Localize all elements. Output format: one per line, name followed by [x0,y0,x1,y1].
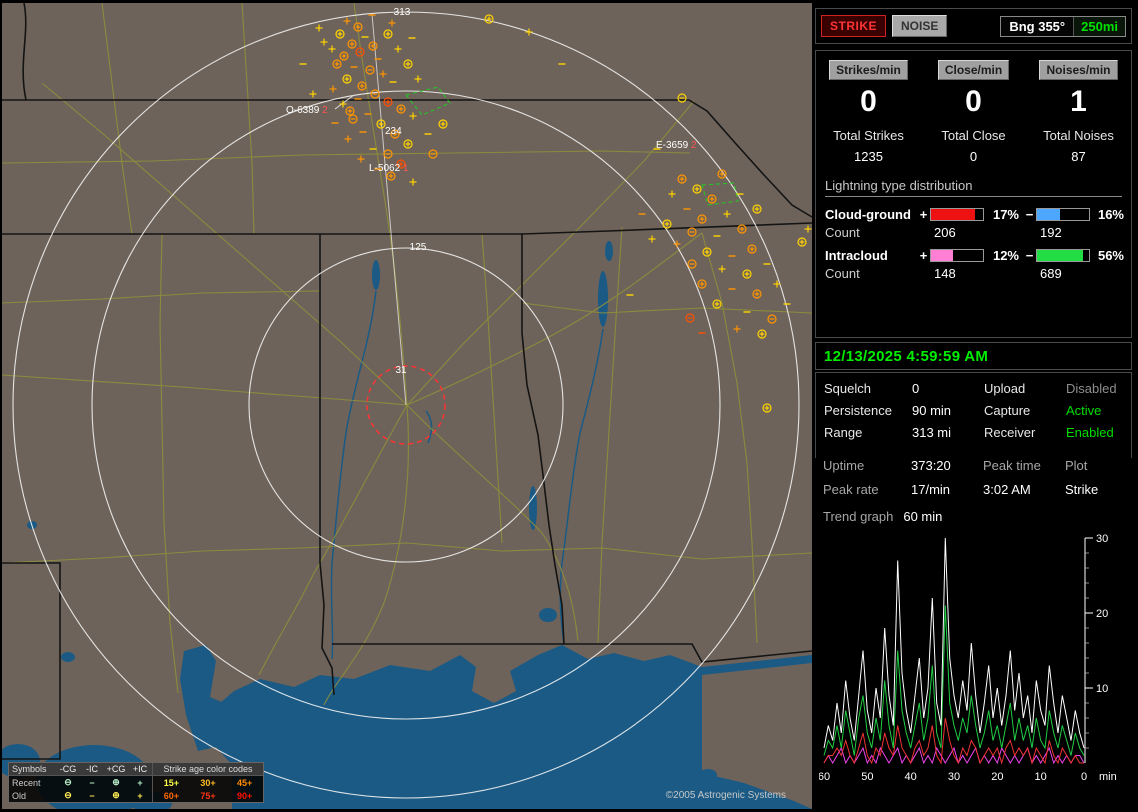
strikes-per-min-stat: Strikes/min 0 Total Strikes 1235 [817,60,921,164]
bearing-box: Bng 355° 250mi [1000,15,1126,37]
ic-plus-count: 148 [934,266,956,281]
plus-icon: + [137,790,143,801]
legend-col-nic: -IC [86,764,98,774]
minus-sign: − [1025,207,1034,222]
legend-col-pcg: +CG [106,764,126,774]
legend-row-old: Old ⊖ − ⊕ + 60+ 75+ 90+ [9,789,263,802]
ic-minus-bar [1036,249,1090,262]
svg-text:20: 20 [1096,608,1108,620]
total-close-label: Total Close [941,128,1006,143]
legend-col-ncg: -CG [59,764,77,774]
cg-minus-count: 192 [1040,225,1062,240]
total-noises-value: 87 [1071,149,1086,164]
svg-text:min: min [1099,771,1117,783]
statistics-panel: Strikes/min 0 Total Strikes 1235 Close/m… [815,50,1132,338]
ring-label: 31 [395,365,407,376]
plot-type-value: Strike [1065,482,1099,497]
ring-label: 313 [394,7,411,18]
storm-cell-label: 234 [385,126,402,137]
trend-graph-chart: 10 20 30 60 50 40 30 20 10 0 min [818,530,1131,788]
plus-sign: + [919,248,928,263]
legend-symbols-title: Symbols [12,764,47,774]
svg-text:40: 40 [905,771,917,783]
map-canvas[interactable]: 313 125 31 O-6389 2 L-5062 1 E-3659 2 234 Symb… [2,3,812,809]
strike-button[interactable]: STRIKE [821,15,887,37]
plus-icon: + [137,777,143,788]
close-per-min-button[interactable]: Close/min [937,60,1010,80]
trend-graph-label: Trend graph [823,509,894,524]
upload-status: Disabled [1066,381,1117,396]
capture-status: Active [1066,403,1102,418]
noises-per-min-stat: Noises/min 1 Total Noises 87 [1027,60,1131,164]
minus-sign: − [1025,248,1034,263]
legend-age-title: Strike age color codes [152,763,263,775]
noises-per-min-value: 1 [1070,85,1087,118]
legend-col-pic: +IC [132,764,148,774]
ring-label: 125 [410,242,427,253]
circle-plus-icon: ⊕ [112,777,120,787]
strikes-per-min-value: 0 [860,85,877,118]
svg-text:20: 20 [991,771,1003,783]
close-per-min-stat: Close/min 0 Total Close 0 [922,60,1026,164]
svg-text:60: 60 [819,771,830,783]
peak-time-value: 3:02 AM [983,482,1031,497]
plus-sign: + [919,207,928,222]
status-panel: Squelch 0 Upload Disabled Persistence 90… [815,372,1132,462]
map-svg: 313 125 31 O-6389 2 L-5062 1 E-3659 2 234 [2,3,812,809]
receiver-status: Enabled [1066,425,1114,440]
minus-icon: − [89,790,95,801]
bearing-range-value: 250mi [1073,16,1125,36]
total-strikes-label: Total Strikes [833,128,904,143]
copyright-text: ©2005 Astrogenic Systems [665,790,786,801]
noise-button[interactable]: NOISE [892,15,948,37]
bearing-value: Bng 355° [1009,18,1066,34]
ic-plus-bar [930,249,984,262]
svg-text:10: 10 [1035,771,1047,783]
total-strikes-value: 1235 [854,149,883,164]
map-legend: Symbols -CG -IC +CG +IC Strike age color… [8,762,264,803]
storm-cell-label: E-3659 2 [656,140,697,151]
squelch-value: 0 [912,381,920,396]
storm-cell-label: O-6389 2 [286,105,328,116]
lightning-distribution: Lightning type distribution Cloud-ground… [816,164,1131,281]
cg-minus-bar [1036,208,1090,221]
svg-text:30: 30 [948,771,960,783]
circle-plus-icon: ⊕ [112,790,120,800]
strikes-per-min-button[interactable]: Strikes/min [829,60,908,80]
svg-text:10: 10 [1096,683,1108,695]
legend-row-recent: Recent ⊖ − ⊕ + 15+ 30+ 45+ [9,776,263,789]
total-close-value: 0 [969,149,978,164]
uptime-value: 373:20 [911,458,951,473]
svg-text:30: 30 [1096,533,1108,545]
circle-minus-icon: ⊖ [64,790,72,800]
total-noises-label: Total Noises [1043,128,1114,143]
top-control-panel: STRIKE NOISE Bng 355° 250mi [815,8,1132,44]
datetime-display: 12/13/2025 4:59:59 AM [824,347,989,365]
svg-text:0: 0 [1081,771,1087,783]
minus-icon: − [89,777,95,788]
cloud-ground-row: Cloud-ground + 17% − 16% Count 206 192 [825,207,1124,240]
intracloud-row: Intracloud + 12% − 56% Count 148 689 [825,248,1124,281]
clock-panel: 12/13/2025 4:59:59 AM [815,342,1132,370]
distribution-title: Lightning type distribution [825,178,1122,197]
ic-minus-count: 689 [1040,266,1062,281]
range-value: 313 mi [912,425,952,440]
trend-graph-duration: 60 min [903,509,943,524]
svg-text:50: 50 [861,771,873,783]
close-per-min-value: 0 [965,85,982,118]
cg-plus-bar [930,208,984,221]
storm-cell-label: L-5062 1 [369,163,409,174]
info-trend-panel: Uptime 373:20 Peak time Plot Peak rate 1… [815,458,1132,806]
persistence-value: 90 min [912,403,952,418]
circle-minus-icon: ⊖ [64,777,72,787]
cg-plus-count: 206 [934,225,956,240]
nexstorm-window: 313 125 31 O-6389 2 L-5062 1 E-3659 2 234 Symb… [0,0,1138,812]
sidebar: STRIKE NOISE Bng 355° 250mi Strikes/min … [813,0,1138,812]
noises-per-min-button[interactable]: Noises/min [1039,60,1118,80]
peak-rate-value: 17/min [911,482,951,497]
